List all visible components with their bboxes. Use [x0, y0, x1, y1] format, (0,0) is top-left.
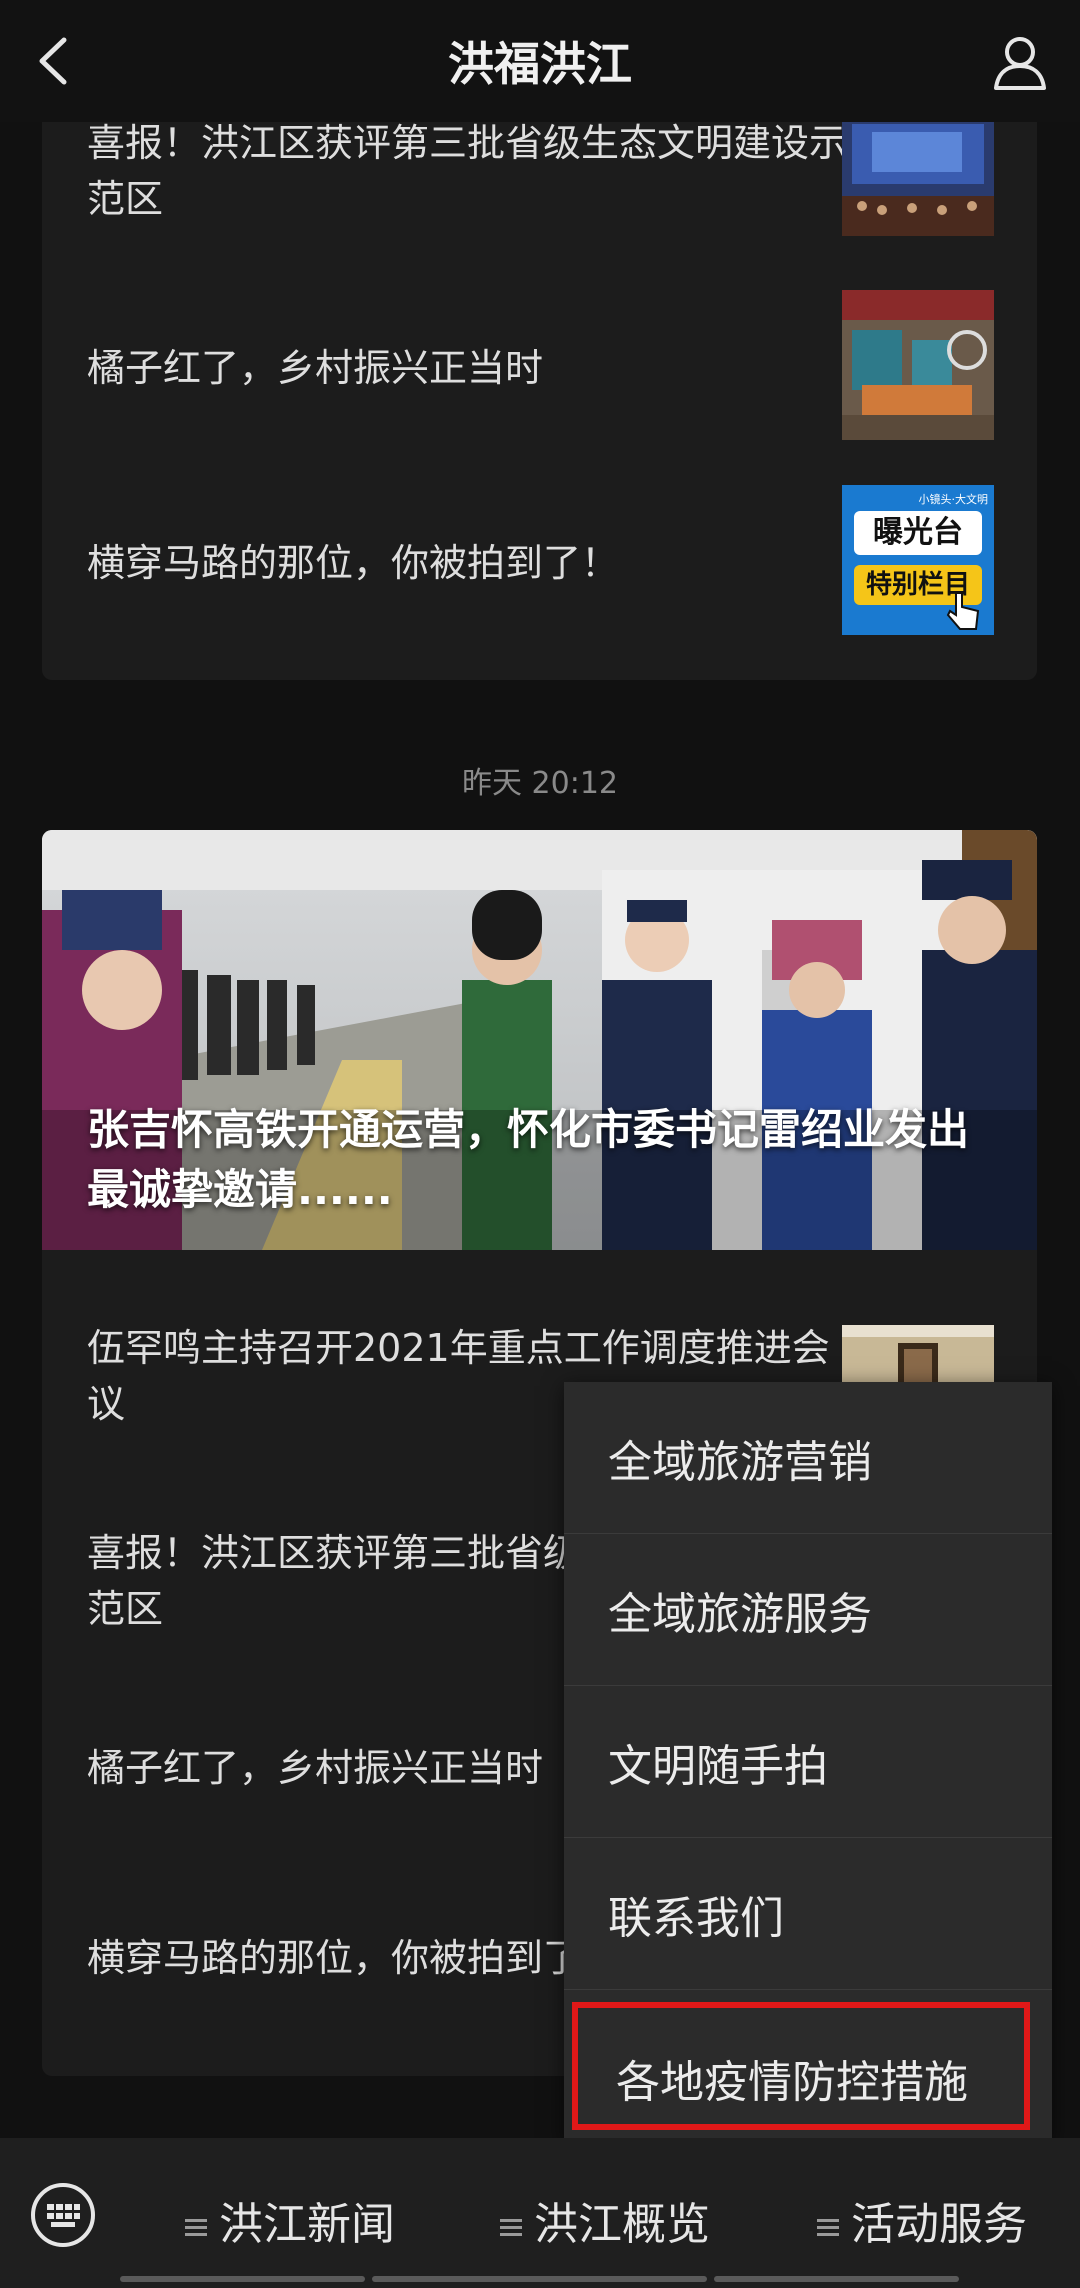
- tab-activity-service[interactable]: 活动服务: [817, 2188, 1027, 2250]
- list-item[interactable]: 横穿马路的那位，你被拍到了！ 小镜头·大文明 曝光台 特别栏目: [42, 485, 1037, 635]
- menu-item-civilization-photo[interactable]: 文明随手拍: [564, 1686, 1052, 1838]
- list-item[interactable]: 喜报！洪江区获评第三批省级生态文明建设示范区: [42, 110, 1037, 260]
- tab-divider: [714, 2276, 959, 2282]
- menu-lines-icon: [185, 2219, 207, 2236]
- menu-item-contact-us[interactable]: 联系我们: [564, 1838, 1052, 1990]
- hero-article[interactable]: 张吉怀高铁开通运营，怀化市委书记雷绍业发出最诚挚邀请......: [42, 830, 1037, 1250]
- page-title: 洪福洪江: [448, 37, 632, 91]
- tab-divider: [372, 2276, 707, 2282]
- tab-hongjiang-news[interactable]: 洪江新闻: [185, 2188, 395, 2250]
- article-title: 喜报！洪江区获评第三批省级生态文明建设示范区: [87, 121, 848, 221]
- article-title: 横穿马路的那位，你被拍到了！: [87, 541, 620, 585]
- user-profile-icon[interactable]: [990, 32, 1050, 92]
- article-thumbnail: [842, 290, 994, 440]
- popup-menu: 全域旅游营销 全域旅游服务 文明随手拍 联系我们 各地疫情防控措施: [564, 1382, 1052, 2142]
- keyboard-icon[interactable]: [30, 2182, 96, 2248]
- menu-lines-icon: [817, 2219, 839, 2236]
- tab-hongjiang-overview[interactable]: 洪江概览: [500, 2188, 710, 2250]
- article-title: 橘子红了，乡村振兴正当时: [87, 346, 544, 390]
- tab-divider: [120, 2276, 365, 2282]
- hero-title: 张吉怀高铁开通运营，怀化市委书记雷绍业发出最诚挚邀请......: [87, 1105, 970, 1214]
- top-bar: 洪福洪江: [0, 0, 1080, 122]
- bottom-menu-bar: 洪江新闻 洪江概览 活动服务: [0, 2138, 1080, 2288]
- menu-item-tourism-service[interactable]: 全域旅游服务: [564, 1534, 1052, 1686]
- list-item[interactable]: 橘子红了，乡村振兴正当时: [42, 290, 1037, 440]
- article-thumbnail: 小镜头·大文明 曝光台 特别栏目: [842, 485, 994, 635]
- timestamp: 昨天 20:12: [462, 766, 618, 801]
- menu-item-tourism-marketing[interactable]: 全域旅游营销: [564, 1382, 1052, 1534]
- menu-lines-icon: [500, 2219, 522, 2236]
- menu-item-epidemic-measures[interactable]: 各地疫情防控措施: [572, 2002, 1030, 2130]
- article-thumbnail: [842, 118, 994, 236]
